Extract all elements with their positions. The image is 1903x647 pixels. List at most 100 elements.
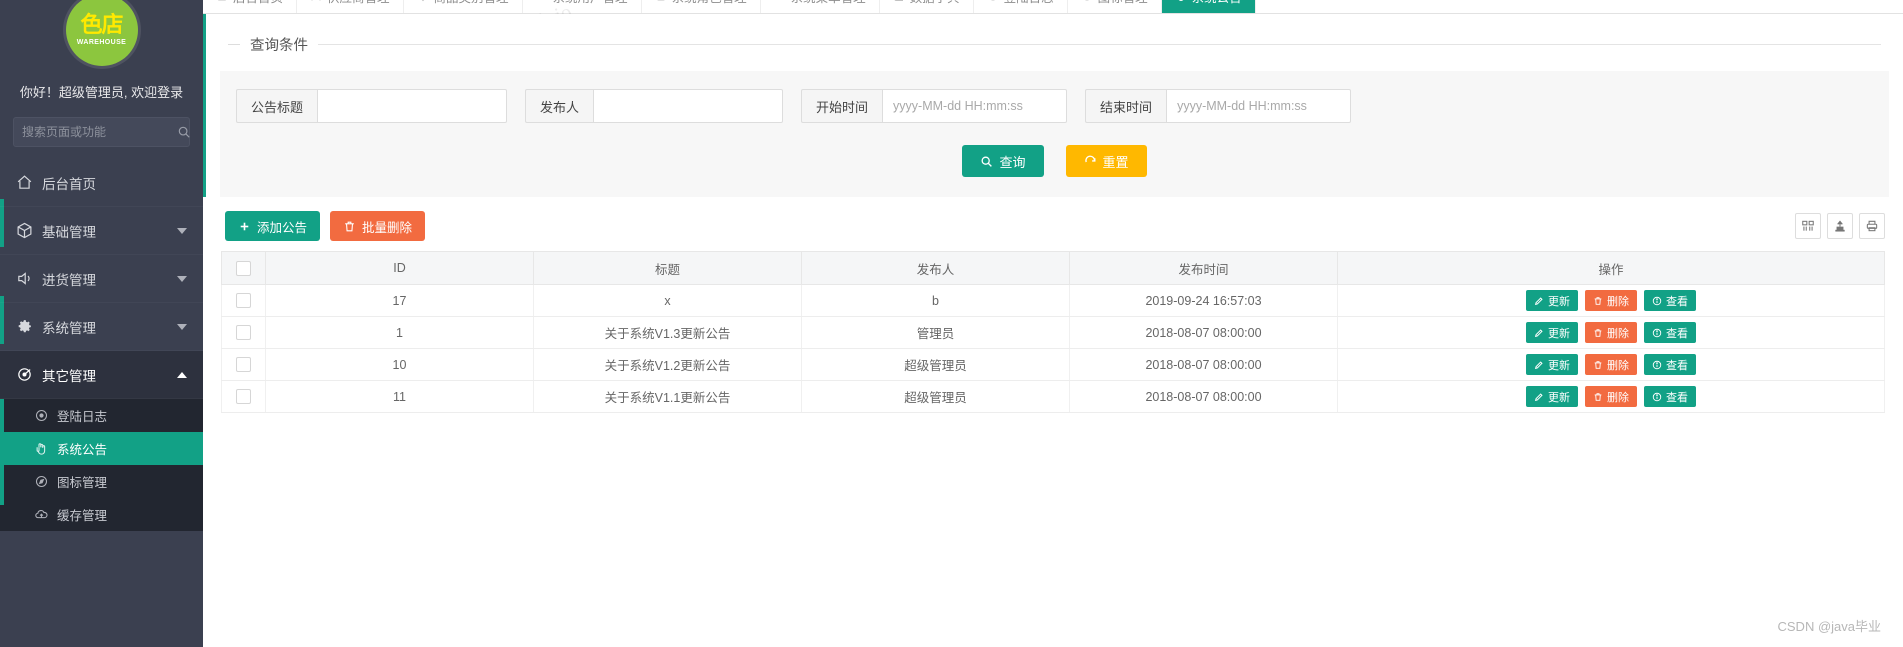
chevron-down-icon[interactable] xyxy=(177,275,187,282)
search-button[interactable]: 查询 xyxy=(962,145,1044,177)
cell-publisher: 超级管理员 xyxy=(801,348,1070,381)
print-button[interactable] xyxy=(1859,213,1885,239)
sidebar-subitem-cache-manage[interactable]: 缓存管理 xyxy=(0,498,203,531)
publisher-input[interactable] xyxy=(593,89,784,123)
tab-supplier[interactable]: 供应商管理 xyxy=(297,0,404,13)
row-select-cell[interactable] xyxy=(221,316,266,349)
delete-button[interactable]: 删除 xyxy=(1585,290,1637,311)
tab-system-user[interactable]: 系统用户管理 xyxy=(523,0,642,13)
delete-button[interactable]: 删除 xyxy=(1585,354,1637,375)
tab-home[interactable]: 后台首页 xyxy=(203,0,298,13)
sidebar-subitem-announcement[interactable]: 系统公告 xyxy=(0,432,203,465)
columns-filter-button[interactable] xyxy=(1795,213,1821,239)
delete-button[interactable]: 删除 xyxy=(1585,386,1637,407)
columns-filter-icon xyxy=(1802,220,1814,231)
delete-button-label: 删除 xyxy=(1607,391,1629,404)
row-checkbox[interactable] xyxy=(236,389,251,405)
query-panel: 查询条件 公告标题 发布人 开始时间 yyyy-MM-dd HH:mm:ss 结… xyxy=(203,14,1903,197)
delete-button-label: 删除 xyxy=(1607,295,1629,308)
info-icon xyxy=(1652,328,1662,337)
record-icon xyxy=(35,409,48,422)
row-checkbox[interactable] xyxy=(236,357,251,373)
tag-icon xyxy=(421,0,424,2)
tab-system-menu[interactable]: 系统菜单管理 xyxy=(761,0,880,13)
start-time-input[interactable] xyxy=(882,89,1068,123)
th-publisher[interactable]: 发布人 xyxy=(801,251,1070,285)
view-button[interactable]: 查看 xyxy=(1644,290,1696,311)
field-label: 公告标题 xyxy=(236,89,318,123)
field-end-time: 结束时间 xyxy=(1085,89,1352,123)
select-all-checkbox[interactable] xyxy=(236,260,251,276)
sidebar-subitem-icon-manage[interactable]: 图标管理 xyxy=(0,465,203,498)
row-checkbox[interactable] xyxy=(236,325,251,341)
sidebar-item-purchase[interactable]: 进货管理 xyxy=(0,255,203,303)
announcement-title-input[interactable] xyxy=(317,89,508,123)
main-area: 后台首页 供应商管理 商品类别管理 系统用户管理 系统角色管理 系统菜单管理 xyxy=(203,0,1903,647)
tab-login-log[interactable]: 登陆日志 xyxy=(974,0,1068,13)
end-time-input[interactable] xyxy=(1166,89,1352,123)
print-icon xyxy=(1866,220,1878,232)
update-button-label: 更新 xyxy=(1548,295,1570,308)
table-row[interactable]: 10 关于系统V1.2更新公告 超级管理员 2018-08-07 08:00:0… xyxy=(221,348,1885,381)
row-select-cell[interactable] xyxy=(221,284,266,317)
th-id[interactable]: ID xyxy=(265,251,534,285)
table-row[interactable]: 17 x b 2019-09-24 16:57:03 更新 删除 查看 xyxy=(221,284,1885,317)
trash-icon xyxy=(1594,392,1602,401)
reset-button[interactable]: 重置 xyxy=(1065,145,1147,177)
view-button[interactable]: 查看 xyxy=(1644,354,1696,375)
sidebar-item-label: 进货管理 xyxy=(42,272,96,288)
row-select-cell[interactable] xyxy=(221,380,266,413)
gear-icon xyxy=(18,320,31,333)
batch-delete-button[interactable]: 批量删除 xyxy=(330,211,426,241)
field-label: 开始时间 xyxy=(801,89,883,123)
table-row[interactable]: 11 关于系统V1.1更新公告 超级管理员 2018-08-07 08:00:0… xyxy=(221,380,1885,413)
menu-icon xyxy=(774,0,786,2)
update-button[interactable]: 更新 xyxy=(1526,290,1578,311)
chevron-up-icon[interactable] xyxy=(177,371,187,378)
th-title[interactable]: 标题 xyxy=(533,251,802,285)
tab-label: 系统菜单管理 xyxy=(791,0,866,6)
sidebar-subitem-label: 缓存管理 xyxy=(57,509,108,523)
tab-system-role[interactable]: 系统角色管理 xyxy=(642,0,761,13)
cell-actions: 更新 删除 查看 xyxy=(1337,380,1885,413)
pencil-icon xyxy=(1534,328,1543,337)
sidebar-item-basic[interactable]: 基础管理 xyxy=(0,207,203,255)
tab-dictionary[interactable]: 数据字典 xyxy=(880,0,974,13)
sidebar-item-other[interactable]: 其它管理 xyxy=(0,351,203,399)
sidebar-menu: 后台首页 基础管理 进货管理 系统管理 其它管理 登陆日志 系统公告 图标管理 … xyxy=(0,159,203,531)
row-select-cell[interactable] xyxy=(221,348,266,381)
cell-publish-time: 2018-08-07 08:00:00 xyxy=(1069,316,1338,349)
view-button-label: 查看 xyxy=(1666,327,1688,340)
tab-category[interactable]: 商品类别管理 xyxy=(404,0,523,13)
update-button[interactable]: 更新 xyxy=(1526,354,1578,375)
megaphone-icon xyxy=(36,443,46,455)
search-input[interactable] xyxy=(22,125,177,139)
table-row[interactable]: 1 关于系统V1.3更新公告 管理员 2018-08-07 08:00:00 更… xyxy=(221,316,1885,349)
pencil-icon xyxy=(1534,392,1543,401)
logo-cn-text: 色店 xyxy=(80,12,123,37)
view-button[interactable]: 查看 xyxy=(1644,322,1696,343)
sidebar-item-system[interactable]: 系统管理 xyxy=(0,303,203,351)
chevron-down-icon[interactable] xyxy=(177,227,187,234)
sidebar-item-label: 系统管理 xyxy=(42,320,96,336)
tab-bar: 后台首页 供应商管理 商品类别管理 系统用户管理 系统角色管理 系统菜单管理 xyxy=(203,0,1903,14)
update-button[interactable]: 更新 xyxy=(1526,386,1578,407)
export-button[interactable] xyxy=(1827,213,1853,239)
view-button[interactable]: 查看 xyxy=(1644,386,1696,407)
row-checkbox[interactable] xyxy=(236,293,251,309)
add-announcement-button[interactable]: 添加公告 xyxy=(225,211,321,241)
pencil-icon xyxy=(1534,296,1543,305)
th-publish-time[interactable]: 发布时间 xyxy=(1069,251,1338,285)
chevron-down-icon[interactable] xyxy=(177,323,187,330)
tab-label: 系统用户管理 xyxy=(553,0,628,6)
tab-announcement[interactable]: 系统公告 xyxy=(1161,0,1256,13)
sidebar-item-home[interactable]: 后台首页 xyxy=(0,159,203,207)
cell-publisher: 管理员 xyxy=(801,316,1070,349)
sidebar-subitem-login-log[interactable]: 登陆日志 xyxy=(0,399,203,432)
th-select-all[interactable] xyxy=(221,251,266,285)
delete-button[interactable]: 删除 xyxy=(1585,322,1637,343)
sidebar-search[interactable] xyxy=(13,117,190,147)
update-button[interactable]: 更新 xyxy=(1526,322,1578,343)
cell-publisher: b xyxy=(801,284,1070,317)
tab-icon-manage[interactable]: 图标管理 xyxy=(1068,0,1162,13)
